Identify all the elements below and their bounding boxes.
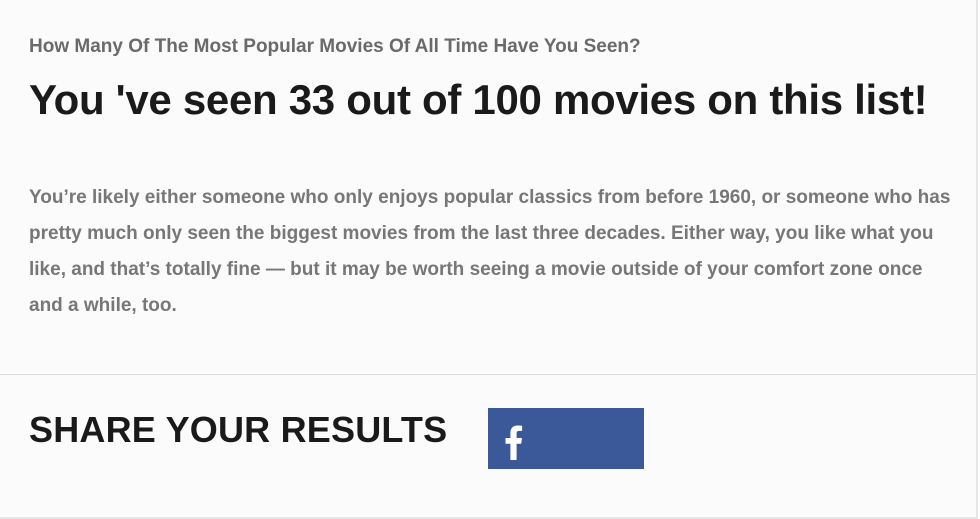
quiz-title: How Many Of The Most Popular Movies Of A… xyxy=(29,36,641,57)
result-section: How Many Of The Most Popular Movies Of A… xyxy=(0,0,976,375)
quiz-result-card: How Many Of The Most Popular Movies Of A… xyxy=(0,0,978,519)
result-heading: You 've seen 33 out of 100 movies on thi… xyxy=(29,76,928,123)
share-section: SHARE YOUR RESULTS xyxy=(0,375,976,517)
facebook-icon xyxy=(505,425,523,460)
share-results-heading: SHARE YOUR RESULTS xyxy=(29,409,448,450)
facebook-share-button[interactable] xyxy=(488,408,644,469)
result-description: You’re likely either someone who only en… xyxy=(29,187,951,316)
